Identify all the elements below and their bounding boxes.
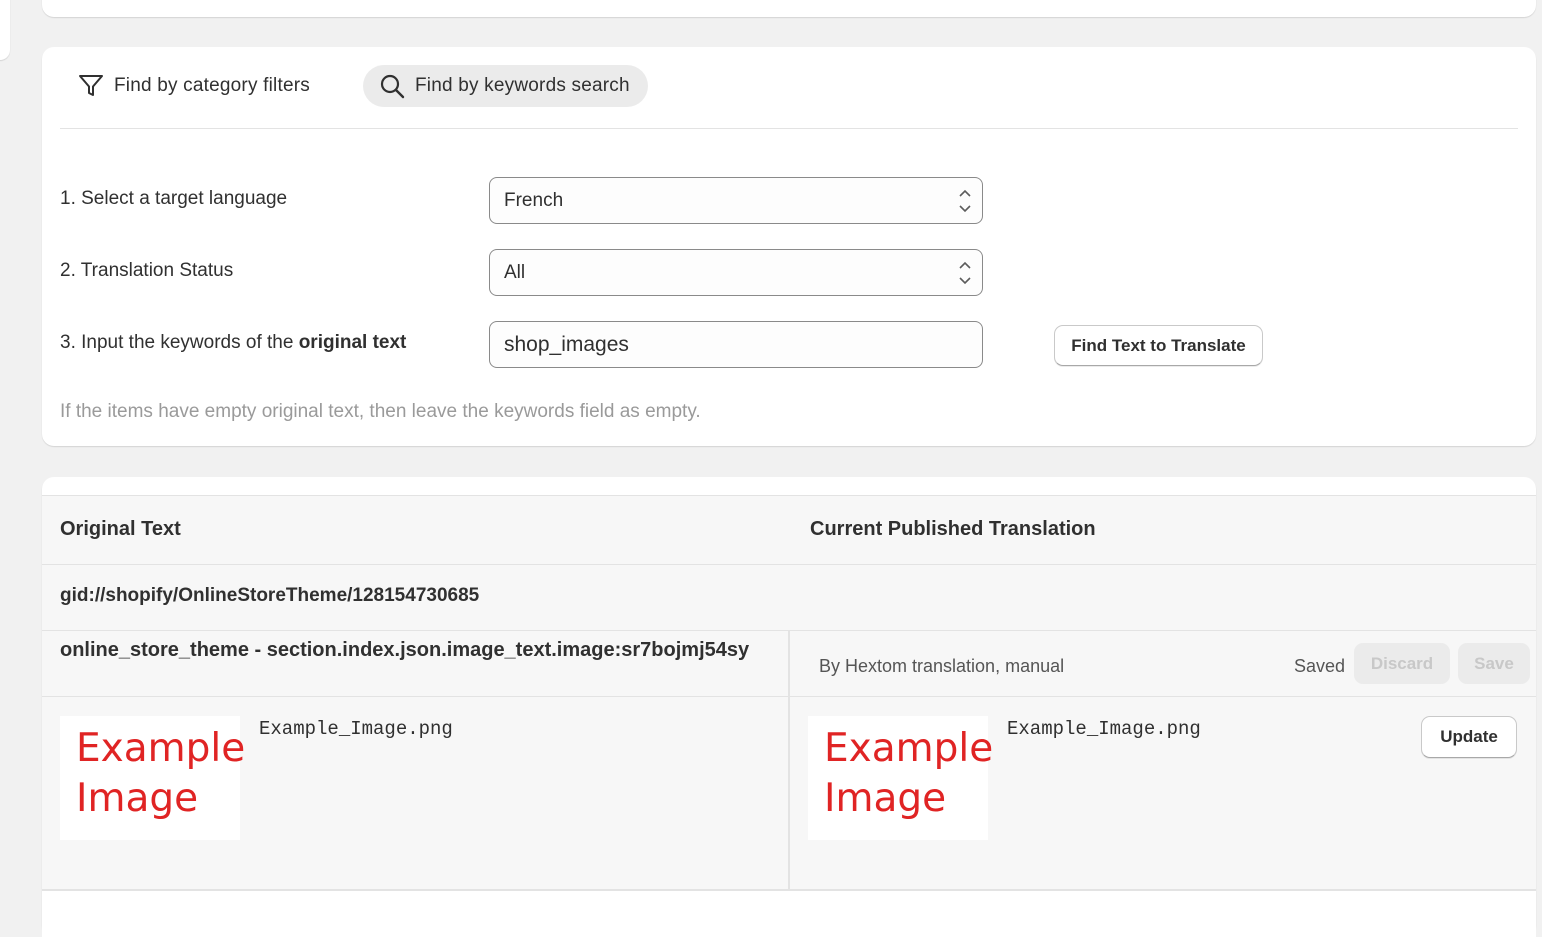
thumbnail-text-line1: Example [824, 726, 994, 771]
language-select-value: French [504, 189, 564, 211]
keywords-hint: If the items have empty original text, t… [60, 401, 701, 422]
original-image-thumbnail: Example Image [60, 716, 245, 840]
save-status: Saved [1294, 656, 1346, 676]
discard-button[interactable]: Discard [1354, 643, 1450, 684]
top-card [42, 0, 1536, 17]
results-card: Original Text Current Published Translat… [42, 477, 1536, 937]
column-divider [788, 697, 790, 891]
select-arrows-icon [959, 261, 971, 285]
tab-keywords-search[interactable]: Find by keywords search [363, 65, 648, 107]
thumbnail-text-line2: Image [824, 776, 947, 821]
search-card: Find by category filters Find by keyword… [42, 47, 1536, 446]
find-text-button[interactable]: Find Text to Translate [1054, 325, 1263, 366]
column-divider [788, 631, 790, 697]
translated-image-filename: Example_Image.png [1007, 718, 1201, 740]
results-footer [42, 891, 1536, 937]
translation-key-row: online_store_theme - section.index.json.… [42, 631, 1536, 697]
thumbnail-text-line1: Example [76, 726, 246, 771]
table-header: Original Text Current Published Translat… [42, 495, 1536, 565]
resource-gid: gid://shopify/OnlineStoreTheme/128154730… [60, 585, 480, 606]
status-select-value: All [504, 261, 526, 283]
tabs-divider [60, 128, 1518, 129]
language-label: 1. Select a target language [60, 188, 288, 209]
select-arrows-icon [959, 189, 971, 213]
translated-image-thumbnail: Example Image [808, 716, 993, 840]
save-button[interactable]: Save [1458, 643, 1530, 684]
update-button[interactable]: Update [1421, 716, 1517, 758]
keywords-label: 3. Input the keywords of the original te… [60, 332, 406, 354]
column-published-translation: Current Published Translation [810, 518, 1096, 540]
tab-keywords-label: Find by keywords search [415, 75, 630, 96]
resource-gid-row: gid://shopify/OnlineStoreTheme/128154730… [42, 565, 1536, 631]
status-label: 2. Translation Status [60, 260, 234, 281]
image-row: Example Image Example_Image.png Example … [42, 697, 1536, 891]
keywords-label-bold: original text [298, 332, 407, 353]
original-image-filename: Example_Image.png [259, 718, 453, 740]
search-icon [380, 74, 405, 99]
language-select[interactable]: French [489, 177, 983, 224]
tab-category-filters[interactable]: Find by category filters [62, 65, 326, 107]
keywords-input[interactable] [489, 321, 983, 368]
translation-source: By Hextom translation, manual [819, 656, 1065, 676]
keywords-label-prefix: 3. Input the keywords of the [60, 332, 299, 353]
tab-category-label: Find by category filters [114, 75, 310, 96]
status-select[interactable]: All [489, 249, 983, 296]
side-panel-edge [0, 0, 10, 60]
translation-key: online_store_theme - section.index.json.… [60, 639, 750, 661]
thumbnail-text-line2: Image [76, 776, 199, 821]
filter-icon [79, 75, 103, 96]
column-original-text: Original Text [60, 518, 181, 540]
